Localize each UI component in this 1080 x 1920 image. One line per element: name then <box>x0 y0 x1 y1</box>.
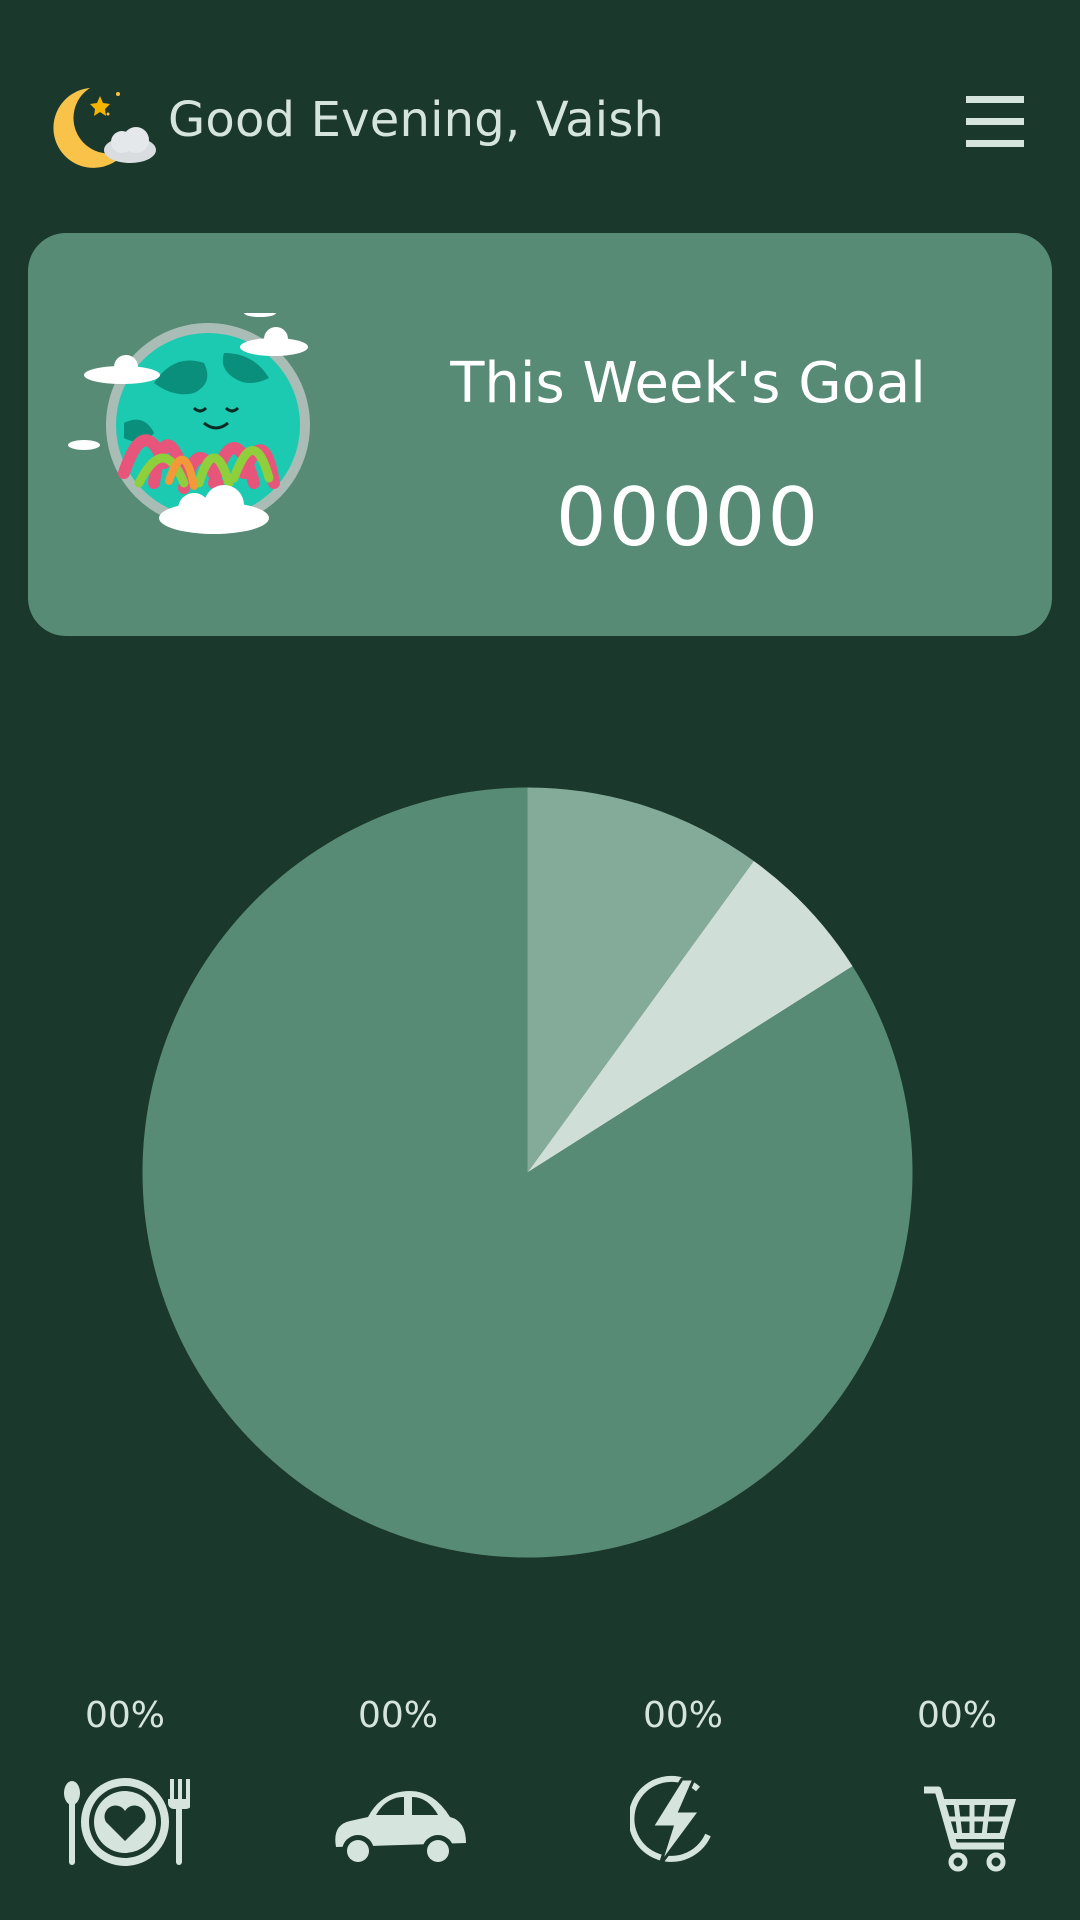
food-plate-icon[interactable] <box>62 1775 190 1870</box>
food-percent: 00% <box>84 1695 165 1736</box>
goal-title: This Week's Goal <box>450 351 926 416</box>
moon-cloud-icon <box>53 88 156 168</box>
happy-earth-illustration <box>68 313 310 534</box>
app-header: Good Evening, Vaish <box>0 0 1080 230</box>
shopping-cart-icon[interactable] <box>922 1784 1016 1874</box>
electricity-bolt-icon[interactable] <box>630 1775 716 1867</box>
shopping-percent: 00% <box>916 1695 997 1736</box>
transport-percent: 00% <box>357 1695 438 1736</box>
menu-button[interactable] <box>962 92 1026 152</box>
car-icon[interactable] <box>328 1785 468 1875</box>
goal-value: 00000 <box>555 471 821 564</box>
emissions-pie-chart <box>142 787 913 1558</box>
hamburger-menu-icon-line <box>966 96 1024 103</box>
greeting-text: Good Evening, Vaish <box>168 92 665 148</box>
weekly-goal-card[interactable]: This Week's Goal 00000 <box>28 233 1052 636</box>
energy-percent: 00% <box>642 1695 723 1736</box>
hamburger-menu-icon-line <box>966 140 1024 147</box>
hamburger-menu-icon-line <box>966 118 1024 125</box>
